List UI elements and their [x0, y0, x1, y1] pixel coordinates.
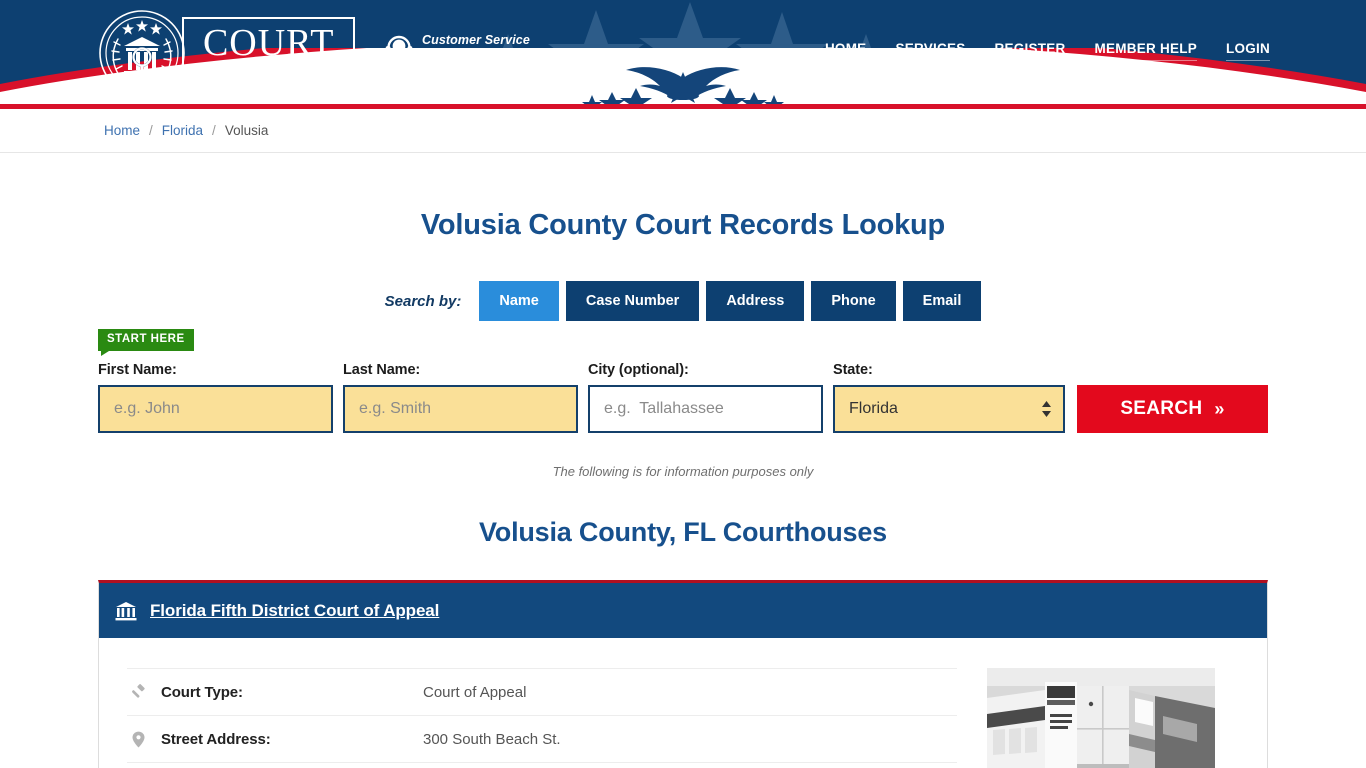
nav-item-register[interactable]: REGISTER — [994, 41, 1066, 61]
start-here-badge: START HERE — [98, 329, 194, 355]
search-by-tabs: Search by: Name Case Number Address Phon… — [0, 281, 1366, 321]
court-seal-icon — [99, 10, 185, 96]
main-navigation: HOME SERVICES REGISTER MEMBER HELP LOGIN — [824, 41, 1270, 61]
detail-value: Court of Appeal — [423, 683, 527, 701]
detail-row-court-type: Court Type: Court of Appeal — [127, 668, 957, 715]
detail-row-city: City: Daytona Beach — [127, 762, 957, 768]
detail-row-street-address: Street Address: 300 South Beach St. — [127, 715, 957, 762]
logo-subtitle: CASE FINDER — [202, 69, 340, 84]
first-name-field-group: First Name: — [98, 362, 333, 433]
detail-value: 300 South Beach St. — [423, 730, 561, 748]
site-header: COURT CASE FINDER Customer Service 1-800… — [0, 0, 1366, 104]
double-chevron-right-icon: » — [1214, 399, 1225, 419]
courthouse-card-header: Florida Fifth District Court of Appeal — [99, 583, 1267, 638]
tab-address[interactable]: Address — [706, 281, 805, 321]
last-name-input[interactable] — [343, 385, 578, 433]
breadcrumb-item-florida[interactable]: Florida — [162, 123, 203, 138]
tab-phone[interactable]: Phone — [811, 281, 896, 321]
nav-item-services[interactable]: SERVICES — [895, 41, 966, 61]
gavel-icon — [127, 683, 149, 701]
breadcrumb-separator: / — [149, 123, 153, 138]
detail-key: Court Type: — [161, 683, 243, 701]
courthouse-detail-list: Court Type: Court of Appeal Street Addre… — [127, 668, 957, 768]
map-pin-icon — [127, 731, 149, 748]
courthouse-photo — [987, 668, 1215, 768]
state-label: State: — [833, 362, 873, 378]
bank-columns-icon — [115, 601, 137, 620]
search-fields-row: First Name: Last Name: City (optional): … — [98, 335, 1268, 433]
logo-word: COURT — [198, 24, 340, 67]
detail-key: Street Address: — [161, 730, 271, 748]
breadcrumb-item-volusia: Volusia — [224, 123, 269, 138]
city-field-group: City (optional): — [588, 362, 823, 433]
headset-agent-icon — [385, 35, 413, 66]
breadcrumb-separator: / — [212, 123, 216, 138]
tab-email[interactable]: Email — [902, 281, 982, 321]
search-button-label: SEARCH — [1120, 398, 1203, 419]
last-name-field-group: Last Name: — [343, 362, 578, 433]
tab-case-number[interactable]: Case Number — [565, 281, 700, 321]
customer-service-label: Customer Service — [422, 33, 530, 47]
city-input[interactable] — [588, 385, 823, 433]
main-content: Volusia County Court Records Lookup Sear… — [0, 153, 1366, 768]
breadcrumb: Home / Florida / Volusia — [0, 109, 1366, 153]
search-button[interactable]: SEARCH » — [1077, 385, 1268, 433]
city-label: City (optional): — [588, 362, 689, 378]
state-field-group: State: — [833, 362, 1065, 433]
courthouses-section-title: Volusia County, FL Courthouses — [478, 517, 888, 547]
first-name-input[interactable] — [98, 385, 333, 433]
search-form: START HERE First Name: Last Name: City (… — [98, 321, 1268, 433]
last-name-label: Last Name: — [343, 362, 421, 378]
courthouse-card: Florida Fifth District Court of Appeal C… — [98, 580, 1268, 768]
customer-service-block: Customer Service 1-800-309-9351 — [385, 33, 549, 68]
logo-textmark: COURT CASE FINDER — [182, 16, 356, 90]
site-logo[interactable]: COURT CASE FINDER — [98, 9, 356, 97]
nav-item-member-help[interactable]: MEMBER HELP — [1094, 41, 1197, 61]
courthouse-card-body: Court Type: Court of Appeal Street Addre… — [99, 638, 1267, 768]
tab-name[interactable]: Name — [479, 281, 559, 321]
courthouse-name-link[interactable]: Florida Fifth District Court of Appeal — [150, 601, 439, 621]
nav-item-home[interactable]: HOME — [824, 41, 867, 61]
state-select[interactable] — [833, 385, 1065, 433]
customer-service-phone[interactable]: 1-800-309-9351 — [422, 47, 549, 68]
breadcrumb-item-home[interactable]: Home — [104, 123, 140, 138]
first-name-label: First Name: — [98, 362, 177, 378]
search-by-label: Search by: — [384, 292, 462, 310]
disclaimer-text: The following is for information purpose… — [552, 464, 814, 479]
page-title: Volusia County Court Records Lookup — [420, 209, 946, 241]
nav-item-login[interactable]: LOGIN — [1226, 41, 1270, 61]
